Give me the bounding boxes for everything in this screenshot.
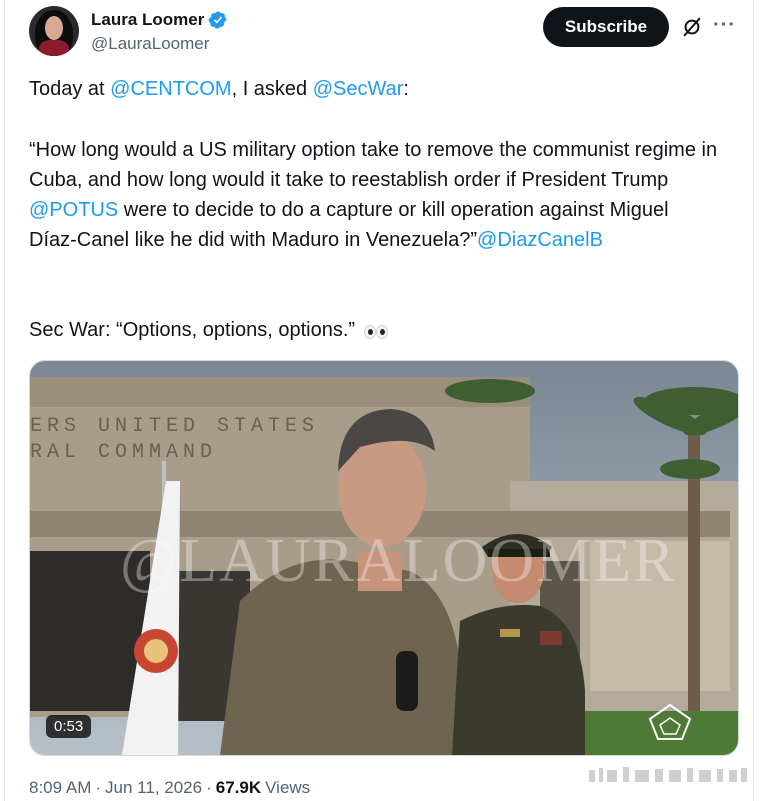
author-name-row: Laura Loomer (91, 10, 228, 30)
text-segment: , I asked (231, 78, 313, 100)
video-player[interactable]: ERS UNITED STATES RAL COMMAND @LAURALOOM… (29, 360, 739, 756)
answer-text: Sec War: “Options, options, options.” (29, 319, 356, 341)
tweet-date[interactable]: Jun 11, 2026 (105, 778, 202, 798)
more-options-icon[interactable]: ··· (713, 14, 736, 37)
author-name[interactable]: Laura Loomer (91, 10, 204, 30)
separator: · (206, 778, 212, 797)
author-handle[interactable]: @LauraLoomer (91, 34, 209, 54)
tweet-text-line1: Today at @CENTCOM, I asked @SecWar: (29, 74, 719, 104)
building-sign-2: RAL COMMAND (30, 441, 217, 464)
grok-slash-icon[interactable] (681, 16, 703, 38)
mention-diazcanelb[interactable]: @DiazCanelB (477, 229, 603, 251)
text-segment: “How long would a US military option tak… (29, 139, 718, 191)
video-duration: 0:53 (46, 715, 92, 738)
verified-badge-icon (208, 11, 227, 29)
subscribe-button[interactable]: Subscribe (543, 7, 669, 47)
tweet-footer: 8:09 AM · Jun 11, 2026 · 67.9K Views (29, 778, 310, 798)
views-count: 67.9K (215, 778, 262, 797)
text-segment: : (403, 78, 409, 100)
mention-centcom[interactable]: @CENTCOM (110, 78, 231, 100)
mention-potus[interactable]: @POTUS (29, 199, 118, 221)
tweet-time[interactable]: 8:09 AM (29, 778, 91, 798)
video-watermark: @LAURALOOMER (120, 527, 677, 595)
eyes-emoji-icon (363, 323, 389, 339)
building-sign-1: ERS UNITED STATES (30, 415, 319, 438)
tweet-quote: “How long would a US military option tak… (29, 135, 719, 255)
avatar[interactable] (29, 6, 79, 56)
separator: · (95, 778, 102, 797)
text-segment: Today at (29, 78, 111, 100)
tweet-answer: Sec War: “Options, options, options.” (29, 315, 719, 345)
tweet-card: Laura Loomer @LauraLoomer Subscribe ··· … (4, 0, 754, 801)
views-label: Views (265, 778, 311, 797)
mention-secwar[interactable]: @SecWar (313, 78, 404, 100)
corner-watermark-icon (589, 767, 747, 782)
